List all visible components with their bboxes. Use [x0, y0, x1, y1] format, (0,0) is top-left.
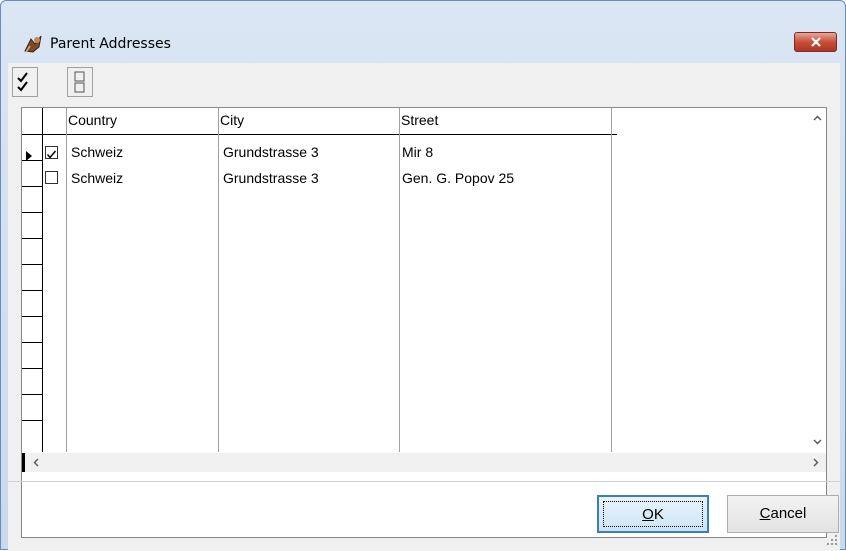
column-header-street[interactable]: Street: [401, 112, 438, 128]
column-separator: [611, 108, 612, 452]
scroll-right-button[interactable]: [807, 454, 824, 471]
dialog-client-area: Country City Street Schweiz Grundstrasse…: [8, 63, 840, 551]
horizontal-scrollbar[interactable]: [22, 453, 826, 472]
cancel-access-key: C: [759, 505, 771, 522]
cancel-label: ancel: [770, 505, 807, 522]
indicator-tick: [22, 368, 42, 369]
cell-city[interactable]: Grundstrasse 3: [223, 144, 319, 160]
row-checkbox[interactable]: [45, 146, 58, 159]
chevron-up-icon: [813, 115, 822, 121]
indicator-tick: [22, 134, 42, 135]
dialog-window: Parent Addresses Country City Street Sch…: [0, 0, 846, 551]
column-header-city[interactable]: City: [220, 112, 244, 128]
scroll-position-marker: [22, 453, 25, 472]
cancel-button[interactable]: Cancel: [727, 495, 839, 533]
scroll-down-button[interactable]: [809, 433, 826, 450]
indicator-tick: [22, 238, 42, 239]
ok-button[interactable]: OK: [597, 495, 709, 533]
app-icon: [22, 33, 44, 60]
uncheck-all-button[interactable]: [67, 67, 93, 97]
cell-city[interactable]: Grundstrasse 3: [223, 170, 319, 186]
footer-divider: [8, 481, 840, 482]
scroll-left-button[interactable]: [28, 454, 45, 471]
close-icon: [810, 37, 821, 47]
grid-header: Country City Street: [42, 108, 617, 135]
cell-street[interactable]: Gen. G. Popov 25: [402, 170, 514, 186]
addresses-grid[interactable]: Country City Street Schweiz Grundstrasse…: [21, 107, 827, 538]
cell-country[interactable]: Schweiz: [71, 170, 123, 186]
column-header-country[interactable]: Country: [68, 112, 117, 128]
chevron-right-icon: [813, 458, 819, 467]
indicator-tick: [22, 264, 42, 265]
current-row-pointer-icon: [26, 151, 32, 161]
uncheck-all-icon: [74, 71, 85, 93]
scroll-up-button[interactable]: [809, 110, 826, 127]
chevron-left-icon: [33, 458, 39, 467]
close-button[interactable]: [794, 32, 837, 52]
cell-country[interactable]: Schweiz: [71, 144, 123, 160]
check-all-icon: [17, 72, 28, 92]
indicator-tick: [22, 160, 42, 161]
resize-grip-icon: [827, 535, 837, 545]
indicator-tick: [22, 420, 42, 421]
column-separator: [66, 108, 67, 452]
chevron-down-icon: [813, 439, 822, 445]
check-all-button[interactable]: [12, 67, 38, 97]
column-separator: [399, 108, 400, 452]
window-title: Parent Addresses: [50, 36, 171, 52]
indicator-tick: [22, 290, 42, 291]
indicator-tick: [22, 342, 42, 343]
resize-grip[interactable]: [826, 533, 838, 545]
column-separator: [218, 108, 219, 452]
checkmark-icon: [46, 150, 57, 159]
focus-rectangle: [603, 501, 703, 527]
indicator-tick: [22, 186, 42, 187]
cell-street[interactable]: Mir 8: [402, 144, 433, 160]
row-checkbox[interactable]: [45, 171, 58, 184]
title-bar[interactable]: [1, 1, 845, 33]
indicator-tick: [22, 316, 42, 317]
indicator-tick: [22, 212, 42, 213]
indicator-tick: [22, 394, 42, 395]
